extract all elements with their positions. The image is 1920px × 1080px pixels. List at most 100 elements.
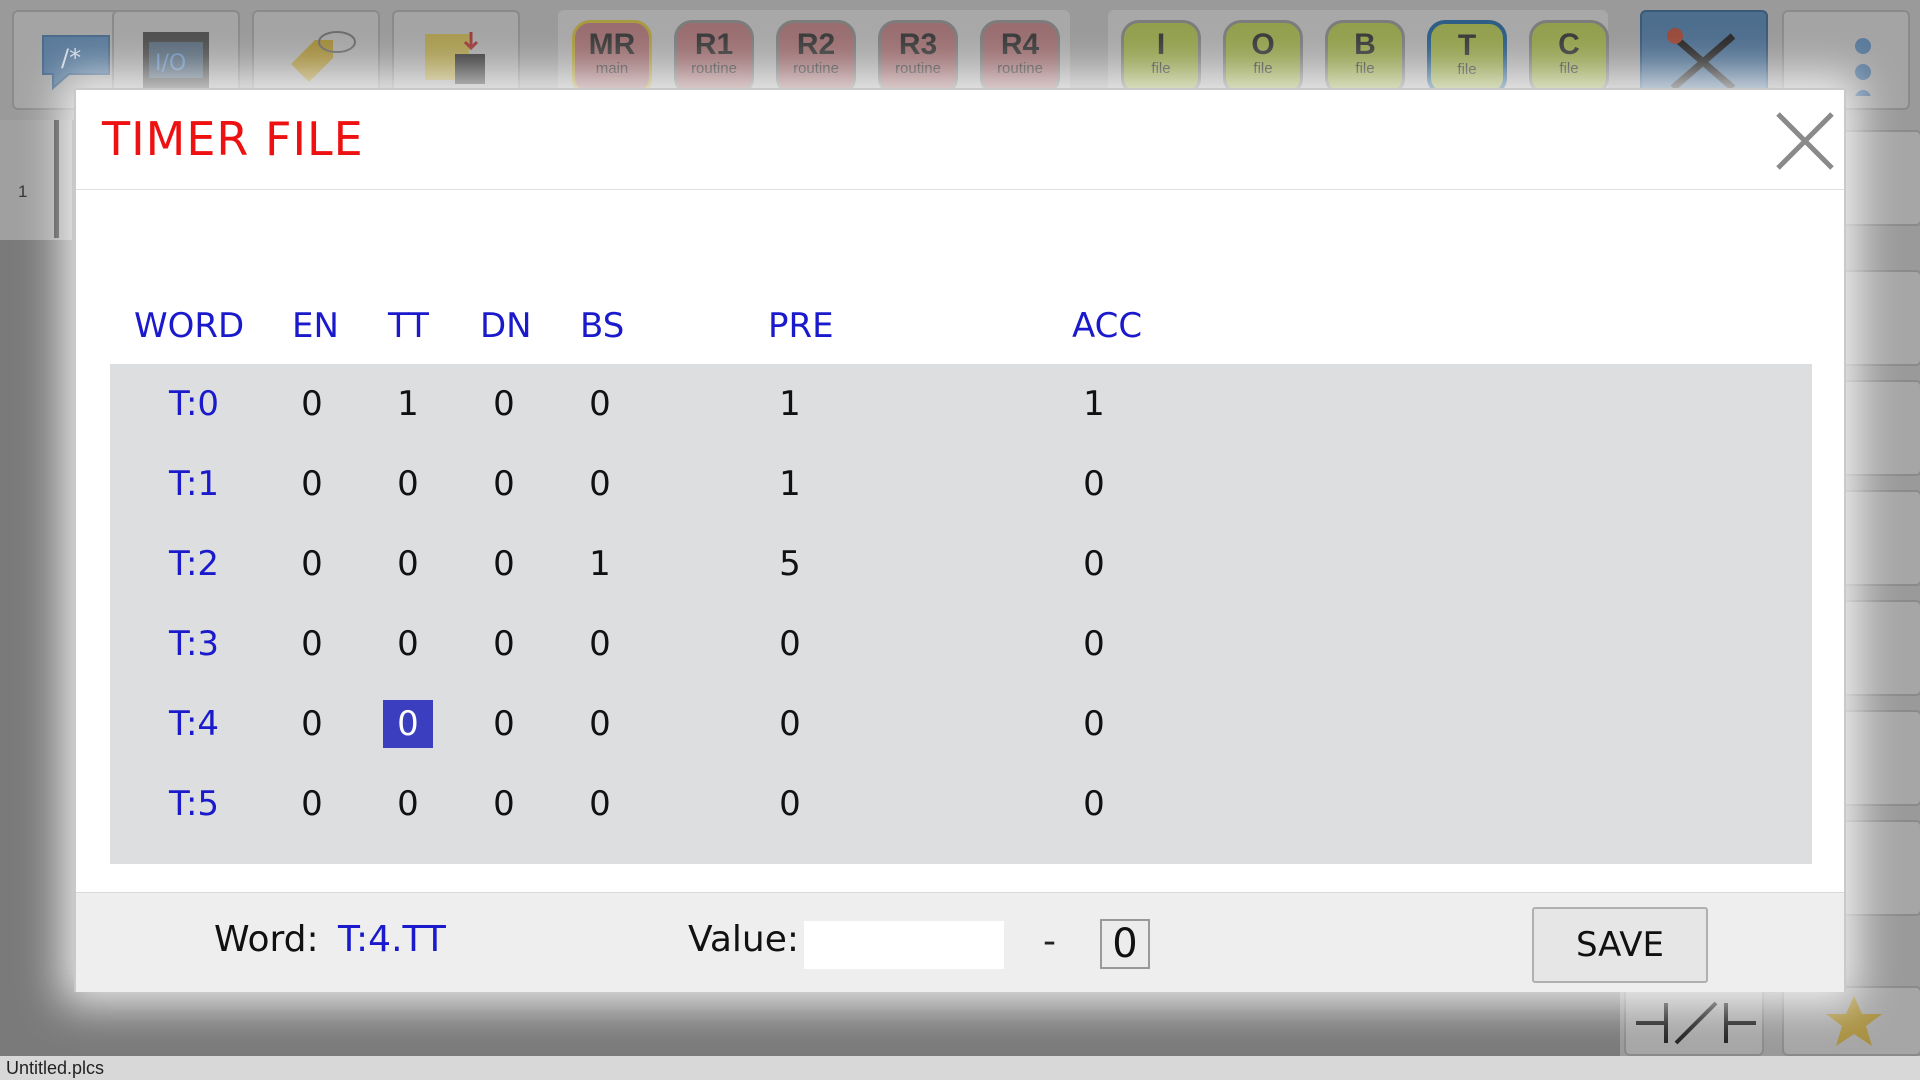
tt-cell[interactable]: 0 (378, 604, 438, 684)
acc-value: 0 (1083, 464, 1105, 504)
en-cell[interactable]: 0 (282, 444, 342, 524)
file-tab-label: B (1354, 28, 1376, 61)
nc-contact-icon (1636, 1001, 1756, 1045)
dn-cell[interactable]: 0 (474, 364, 534, 444)
bs-cell[interactable]: 0 (570, 444, 630, 524)
acc-value: 0 (1083, 544, 1105, 584)
en-value: 0 (301, 464, 323, 504)
file-tab-b[interactable]: Bfile (1325, 20, 1405, 96)
dn-value: 0 (493, 544, 515, 584)
en-cell[interactable]: 0 (282, 684, 342, 764)
dn-cell[interactable]: 0 (474, 444, 534, 524)
dn-cell[interactable]: 0 (474, 524, 534, 604)
routine-tab-sublabel: routine (793, 60, 839, 77)
file-tab-i[interactable]: Ifile (1121, 20, 1201, 96)
routine-tab-mr[interactable]: MR main (572, 20, 652, 96)
bs-cell[interactable]: 1 (570, 524, 630, 604)
dialog-header: TIMER FILE (76, 90, 1844, 190)
en-cell[interactable]: 0 (282, 764, 342, 844)
en-value: 0 (301, 704, 323, 744)
acc-cell[interactable]: 1 (1054, 364, 1134, 444)
bs-value: 0 (589, 704, 611, 744)
column-header-bs: BS (580, 306, 625, 346)
column-header-acc: ACC (1072, 306, 1143, 346)
file-tab-sublabel: file (1457, 61, 1477, 78)
routine-tab-r1[interactable]: R1 routine (674, 20, 754, 96)
acc-cell[interactable]: 0 (1054, 524, 1134, 604)
acc-value: 0 (1083, 624, 1105, 664)
en-cell[interactable]: 0 (282, 364, 342, 444)
acc-cell[interactable]: 0 (1054, 604, 1134, 684)
routine-tab-r4[interactable]: R4 routine (980, 20, 1060, 96)
tt-cell[interactable]: 0 (378, 524, 438, 604)
acc-cell[interactable]: 0 (1054, 684, 1134, 764)
word-cell: T:0 (168, 384, 220, 424)
bs-cell[interactable]: 0 (570, 364, 630, 444)
pre-cell[interactable]: 5 (750, 524, 830, 604)
word-cell: T:5 (168, 784, 220, 824)
palette-item-nc-contact[interactable] (1624, 986, 1764, 1056)
pre-cell[interactable]: 0 (750, 764, 830, 844)
en-value: 0 (301, 384, 323, 424)
pre-cell[interactable]: 1 (750, 364, 830, 444)
file-tab-label: T (1457, 29, 1477, 62)
dn-cell[interactable]: 0 (474, 764, 534, 844)
acc-value: 1 (1083, 384, 1105, 424)
file-tab-t[interactable]: Tfile (1427, 20, 1507, 96)
routine-tab-label: R3 (898, 28, 938, 61)
routine-tab-r3[interactable]: R3 routine (878, 20, 958, 96)
acc-cell[interactable]: 0 (1054, 444, 1134, 524)
table-row: T:3 0 0 0 0 0 0 (110, 604, 1812, 684)
routine-tab-sublabel: routine (895, 60, 941, 77)
en-cell[interactable]: 0 (282, 604, 342, 684)
file-tab-sublabel: file (1151, 60, 1171, 77)
bs-cell[interactable]: 0 (570, 764, 630, 844)
wrench-screwdriver-icon (1667, 28, 1736, 91)
star-icon (1826, 996, 1882, 1046)
tt-cell[interactable]: 0 (378, 444, 438, 524)
pre-cell[interactable]: 0 (750, 604, 830, 684)
word-cell: T:4 (168, 704, 220, 744)
value-input[interactable] (804, 921, 1004, 969)
column-header-pre: PRE (768, 306, 834, 346)
palette-item-favorite[interactable] (1782, 986, 1920, 1056)
close-button[interactable] (1772, 108, 1838, 174)
dn-cell[interactable]: 0 (474, 684, 534, 764)
pre-value: 0 (779, 624, 801, 664)
dn-value: 0 (493, 384, 515, 424)
pre-value: 1 (779, 384, 801, 424)
more-vertical-icon (1855, 38, 1871, 96)
bs-value: 0 (589, 784, 611, 824)
save-button[interactable]: SAVE (1532, 907, 1708, 983)
pre-value: 5 (779, 544, 801, 584)
pre-value: 0 (779, 784, 801, 824)
dn-cell[interactable]: 0 (474, 604, 534, 684)
pre-cell[interactable]: 0 (750, 684, 830, 764)
file-tab-sublabel: file (1253, 60, 1273, 77)
column-header-word: WORD (134, 306, 245, 346)
en-value: 0 (301, 624, 323, 664)
status-bar: Untitled.plcs (0, 1056, 1920, 1080)
routine-tab-label: MR (588, 28, 636, 61)
en-cell[interactable]: 0 (282, 524, 342, 604)
dn-value: 0 (493, 624, 515, 664)
bs-cell[interactable]: 0 (570, 684, 630, 764)
pre-cell[interactable]: 1 (750, 444, 830, 524)
file-tab-c[interactable]: Cfile (1529, 20, 1609, 96)
pre-value: 1 (779, 464, 801, 504)
table-row: T:2 0 0 0 1 5 0 (110, 524, 1812, 604)
routine-tab-r2[interactable]: R2 routine (776, 20, 856, 96)
word-cell: T:1 (168, 464, 220, 504)
tt-cell[interactable]: 1 (378, 364, 438, 444)
routine-tab-sublabel: routine (691, 60, 737, 77)
file-tab-sublabel: file (1559, 60, 1579, 77)
acc-cell[interactable]: 0 (1054, 764, 1134, 844)
tt-cell[interactable]: 0 (378, 764, 438, 844)
tt-cell-selected[interactable]: 0 (378, 684, 438, 764)
routine-tab-label: R4 (1000, 28, 1040, 61)
file-tab-o[interactable]: Ofile (1223, 20, 1303, 96)
dn-value: 0 (493, 704, 515, 744)
bs-cell[interactable]: 0 (570, 604, 630, 684)
tt-value: 1 (397, 384, 419, 424)
svg-text:I/O: I/O (155, 51, 186, 76)
